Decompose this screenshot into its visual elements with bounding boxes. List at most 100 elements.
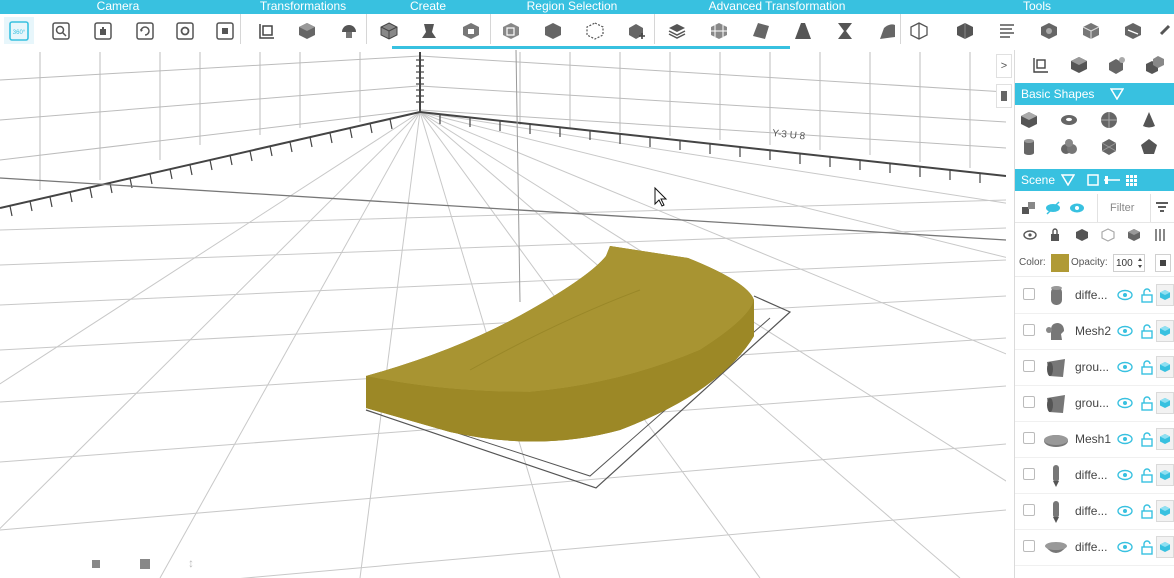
- filter-funnel-icon[interactable]: [1155, 201, 1169, 215]
- adv-bend-button[interactable]: [872, 17, 902, 44]
- render-mode-button[interactable]: [1156, 500, 1174, 522]
- camera-frame-button[interactable]: [210, 17, 240, 44]
- adv-twist-button[interactable]: [830, 17, 860, 44]
- visibility-eye-icon[interactable]: [1117, 395, 1133, 411]
- sliders-column-icon[interactable]: [1153, 228, 1167, 242]
- unlock-icon[interactable]: [1139, 359, 1155, 375]
- panel-secondary-toggle[interactable]: [996, 84, 1012, 108]
- camera-pan-button[interactable]: [88, 17, 118, 44]
- select-checkbox[interactable]: [1023, 504, 1035, 516]
- opacity-input[interactable]: 100: [1113, 254, 1145, 272]
- region-bounds-button[interactable]: [580, 17, 610, 44]
- list-item[interactable]: diffe...: [1015, 494, 1174, 530]
- render-mode-button[interactable]: [1156, 320, 1174, 342]
- shape-torus-button[interactable]: [1057, 108, 1081, 132]
- panel-tool-cube[interactable]: [1067, 53, 1091, 77]
- opacity-apply-button[interactable]: [1155, 254, 1171, 272]
- grid-view-icon[interactable]: [1125, 174, 1137, 186]
- unlock-icon[interactable]: [1139, 323, 1155, 339]
- list-item[interactable]: grou...: [1015, 386, 1174, 422]
- select-checkbox[interactable]: [1023, 396, 1035, 408]
- camera-home-button[interactable]: 360°: [4, 17, 34, 44]
- transform-cube-button[interactable]: [292, 17, 322, 44]
- shape-cone-button[interactable]: [1137, 108, 1161, 132]
- select-checkbox[interactable]: [1023, 468, 1035, 480]
- list-item[interactable]: diffe...: [1015, 458, 1174, 494]
- render-mode-button[interactable]: [1156, 392, 1174, 414]
- tool-repair-button[interactable]: [1118, 17, 1148, 44]
- spinner-arrows-icon[interactable]: [1137, 257, 1143, 269]
- shape-cube-button[interactable]: [1017, 108, 1041, 132]
- scene-header[interactable]: Scene: [1015, 169, 1174, 191]
- list-item[interactable]: Mesh2: [1015, 314, 1174, 350]
- camera-settings-button[interactable]: [170, 17, 200, 44]
- list-view-icon[interactable]: [1087, 174, 1099, 186]
- tool-split-button[interactable]: [904, 17, 934, 44]
- select-checkbox[interactable]: [1023, 324, 1035, 336]
- panel-collapse-button[interactable]: >: [996, 54, 1012, 78]
- unlock-icon[interactable]: [1139, 287, 1155, 303]
- eye-column-icon[interactable]: [1023, 229, 1037, 241]
- render-mode-button[interactable]: [1156, 464, 1174, 486]
- shape-cylinder-button[interactable]: [1017, 135, 1041, 159]
- adv-subdivide-button[interactable]: [704, 17, 734, 44]
- transform-shape-button[interactable]: [334, 17, 364, 44]
- tool-more-button[interactable]: [1156, 17, 1174, 44]
- render-mode-button[interactable]: [1156, 536, 1174, 558]
- render-mode-button[interactable]: [1156, 428, 1174, 450]
- camera-rotate-button[interactable]: [130, 17, 160, 44]
- visibility-eye-icon[interactable]: [1069, 201, 1085, 215]
- shape-geosphere-button[interactable]: [1097, 135, 1121, 159]
- tool-hollow-button[interactable]: [1076, 17, 1106, 44]
- group-objects-icon[interactable]: [1021, 201, 1037, 215]
- tool-measure-button[interactable]: [992, 17, 1022, 44]
- transform-move-button[interactable]: [252, 17, 282, 44]
- shaded-column-icon[interactable]: [1127, 228, 1141, 242]
- list-item[interactable]: grou...: [1015, 350, 1174, 386]
- create-box-button[interactable]: [374, 17, 404, 44]
- color-swatch[interactable]: [1051, 254, 1069, 272]
- adv-taper-button[interactable]: [788, 17, 818, 44]
- camera-zoom-button[interactable]: [46, 17, 76, 44]
- render-mode-button[interactable]: [1156, 356, 1174, 378]
- unlock-icon[interactable]: [1139, 503, 1155, 519]
- render-mode-button[interactable]: [1156, 284, 1174, 306]
- wireframe-column-icon[interactable]: [1101, 228, 1115, 242]
- unlock-icon[interactable]: [1139, 431, 1155, 447]
- region-add-button[interactable]: [622, 17, 652, 44]
- select-checkbox[interactable]: [1023, 540, 1035, 552]
- visibility-eye-icon[interactable]: [1117, 287, 1133, 303]
- visibility-eye-icon[interactable]: [1117, 539, 1133, 555]
- adv-shear-button[interactable]: [746, 17, 776, 44]
- solid-column-icon[interactable]: [1075, 228, 1089, 242]
- visibility-eye-icon[interactable]: [1117, 503, 1133, 519]
- visibility-eye-icon[interactable]: [1117, 431, 1133, 447]
- panel-tool-multi-cube[interactable]: [1143, 53, 1167, 77]
- panel-tool-cube-sphere[interactable]: [1105, 53, 1129, 77]
- list-item[interactable]: Mesh1: [1015, 422, 1174, 458]
- view-slider-icon[interactable]: [1103, 175, 1121, 185]
- create-text-button[interactable]: [456, 17, 486, 44]
- adv-stack-button[interactable]: [662, 17, 692, 44]
- create-extrude-button[interactable]: [414, 17, 444, 44]
- filter-input[interactable]: Filter: [1097, 194, 1151, 222]
- region-face-button[interactable]: [538, 17, 568, 44]
- tool-sphere-button[interactable]: [1034, 17, 1064, 44]
- basic-shapes-header[interactable]: Basic Shapes: [1015, 83, 1174, 105]
- 3d-viewport[interactable]: Y-3 U 8 ↕: [0, 50, 1006, 578]
- visibility-eye-icon[interactable]: [1117, 323, 1133, 339]
- list-item[interactable]: diffe...: [1015, 278, 1174, 314]
- select-checkbox[interactable]: [1023, 432, 1035, 444]
- shape-sphere-button[interactable]: [1097, 108, 1121, 132]
- visibility-eye-icon[interactable]: [1117, 359, 1133, 375]
- hide-all-eye-icon[interactable]: [1045, 200, 1061, 216]
- select-checkbox[interactable]: [1023, 288, 1035, 300]
- shape-blob-button[interactable]: [1057, 135, 1081, 159]
- unlock-icon[interactable]: [1139, 467, 1155, 483]
- unlock-icon[interactable]: [1139, 395, 1155, 411]
- unlock-icon[interactable]: [1139, 539, 1155, 555]
- list-item[interactable]: diffe...: [1015, 530, 1174, 566]
- lock-column-icon[interactable]: [1049, 228, 1061, 242]
- panel-tool-axes[interactable]: [1029, 53, 1053, 77]
- visibility-eye-icon[interactable]: [1117, 467, 1133, 483]
